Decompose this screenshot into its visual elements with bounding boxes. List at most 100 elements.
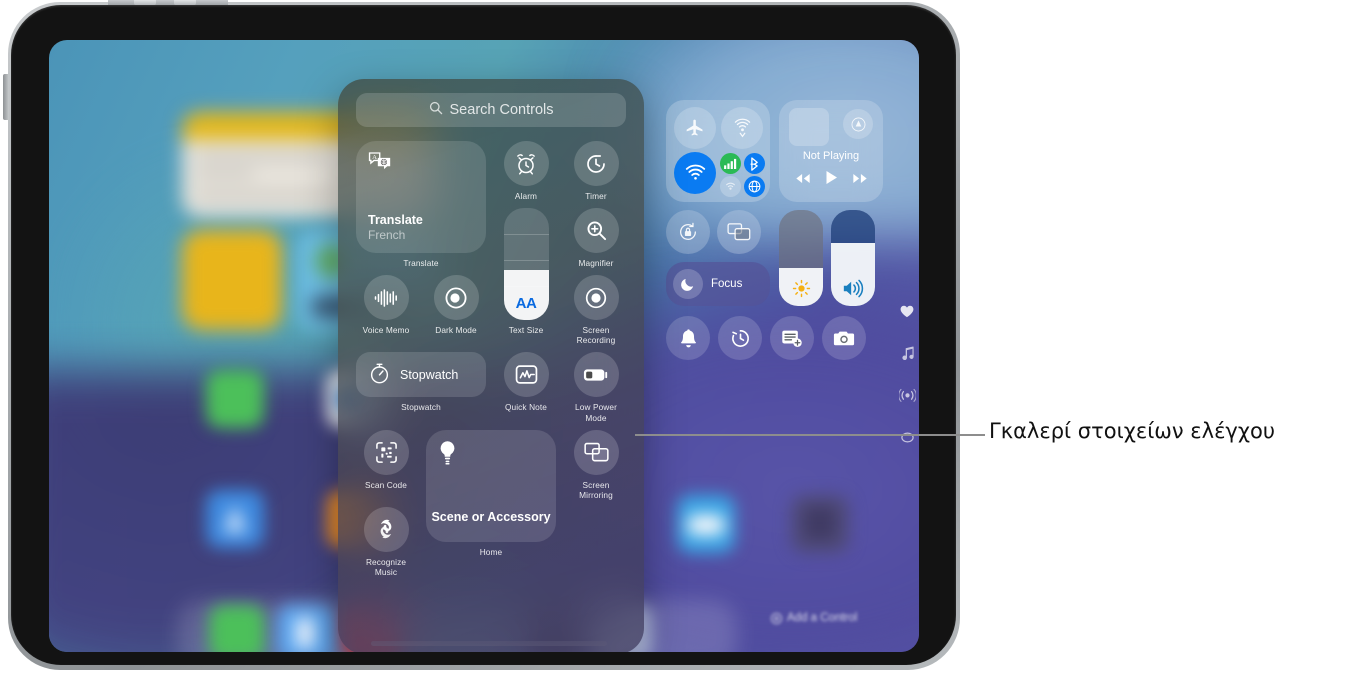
moon-icon bbox=[673, 269, 703, 299]
search-controls-placeholder: Search Controls bbox=[449, 102, 554, 118]
rewind-icon[interactable] bbox=[795, 171, 811, 189]
gallery-label-scan-code: Scan Code bbox=[365, 479, 407, 490]
quick-note-icon[interactable] bbox=[503, 352, 549, 398]
stopwatch-tile[interactable]: Stopwatch bbox=[356, 352, 486, 398]
brightness-slider[interactable] bbox=[779, 210, 823, 306]
screen-mirroring-button[interactable] bbox=[717, 210, 761, 254]
quick-note-button[interactable] bbox=[770, 316, 814, 360]
home-widget-yellow[interactable] bbox=[182, 230, 282, 330]
globe-icon[interactable] bbox=[744, 176, 765, 197]
timer-icon[interactable] bbox=[573, 141, 619, 186]
media-playback-group: Not Playing bbox=[779, 100, 883, 202]
waveform-icon[interactable] bbox=[363, 275, 409, 321]
scene-or-accessory-tile[interactable]: Scene or Accessory bbox=[426, 429, 556, 542]
wifi-button[interactable] bbox=[674, 152, 716, 194]
widget-text-line bbox=[196, 192, 336, 200]
camera-button[interactable] bbox=[822, 316, 866, 360]
dark-mode-circle-icon[interactable] bbox=[433, 275, 479, 321]
gallery-item-quick-note[interactable]: Quick Note bbox=[496, 352, 556, 422]
gallery-label-stopwatch: Stopwatch bbox=[401, 402, 441, 413]
ipad-screen: Add a Control Not Playing Focus Search C… bbox=[49, 40, 919, 652]
airplane-mode-button[interactable] bbox=[674, 107, 716, 149]
magnifier-icon[interactable] bbox=[573, 208, 619, 254]
shazam-icon[interactable] bbox=[363, 506, 409, 552]
gallery-item-dark-mode[interactable]: Dark Mode bbox=[426, 275, 486, 345]
gallery-item-low-power-mode[interactable]: Low Power Mode bbox=[566, 352, 626, 423]
gallery-item-timer[interactable]: Timer bbox=[566, 141, 626, 201]
dock-icon-blue[interactable] bbox=[277, 605, 333, 652]
gallery-item-screen-recording[interactable]: Screen Recording bbox=[566, 275, 626, 345]
gallery-label-home: Home bbox=[479, 546, 503, 557]
airdrop-button[interactable] bbox=[721, 107, 763, 149]
gallery-item-scan-code[interactable]: Scan Code bbox=[356, 429, 416, 500]
bluetooth-button[interactable] bbox=[744, 153, 765, 174]
gallery-label-voice-memo: Voice Memo bbox=[362, 325, 410, 336]
stopwatch-icon bbox=[368, 362, 391, 388]
gallery-label-text-size: Text Size bbox=[508, 325, 544, 336]
gallery-item-recognize-music[interactable]: Recognize Music bbox=[356, 506, 416, 577]
battery-low-icon[interactable] bbox=[573, 352, 619, 398]
gallery-label-screen-recording: Screen Recording bbox=[576, 325, 616, 346]
timer-button[interactable] bbox=[718, 316, 762, 360]
gallery-item-stopwatch[interactable]: Stopwatch Stopwatch bbox=[356, 352, 486, 422]
media-transport-controls bbox=[779, 170, 883, 190]
dock-icon-messages[interactable] bbox=[209, 605, 265, 652]
gallery-label-quick-note: Quick Note bbox=[504, 402, 548, 413]
heart-icon[interactable] bbox=[894, 290, 919, 332]
controls-gallery-inner: Search Controls A Translate French Trans… bbox=[338, 79, 644, 652]
play-icon[interactable] bbox=[825, 170, 838, 190]
svg-text:A: A bbox=[372, 154, 377, 161]
rotation-lock-button[interactable] bbox=[666, 210, 710, 254]
search-icon bbox=[429, 101, 443, 119]
silent-mode-button[interactable] bbox=[666, 316, 710, 360]
side-button[interactable] bbox=[3, 74, 9, 120]
app-icon-grey[interactable] bbox=[791, 495, 849, 553]
quick-buttons-row bbox=[666, 316, 883, 360]
scene-or-accessory-title: Scene or Accessory bbox=[431, 509, 551, 524]
gallery-label-low-power-mode: Low Power Mode bbox=[575, 402, 617, 423]
personal-hotspot-button[interactable] bbox=[720, 176, 741, 197]
lightbulb-icon bbox=[438, 440, 457, 471]
gallery-item-voice-memo[interactable]: Voice Memo bbox=[356, 275, 416, 345]
translate-tile-title: Translate bbox=[368, 213, 423, 227]
focus-button[interactable]: Focus bbox=[666, 262, 770, 306]
gallery-item-translate[interactable]: A Translate French Translate bbox=[356, 141, 486, 268]
controls-gallery-panel: Search Controls A Translate French Trans… bbox=[338, 79, 644, 652]
gallery-item-magnifier[interactable]: Magnifier bbox=[566, 208, 626, 268]
app-icon-messages[interactable] bbox=[206, 370, 264, 428]
text-size-value: AA bbox=[515, 295, 537, 313]
speaker-waves-icon bbox=[831, 279, 875, 298]
connectivity-mini-group bbox=[720, 152, 765, 197]
translate-bubbles-icon: A bbox=[368, 151, 392, 176]
gallery-item-alarm[interactable]: Alarm bbox=[496, 141, 556, 201]
qr-scan-icon[interactable] bbox=[363, 429, 409, 475]
gallery-item-scene-or-accessory[interactable]: Scene or Accessory Home bbox=[426, 429, 556, 577]
music-note-icon[interactable] bbox=[894, 332, 919, 374]
focus-label: Focus bbox=[711, 278, 743, 290]
widget-text-line bbox=[196, 152, 326, 160]
widget-text-line bbox=[196, 170, 254, 178]
text-size-slider[interactable]: AA bbox=[503, 208, 549, 321]
gallery-label-dark-mode: Dark Mode bbox=[435, 325, 477, 336]
airplay-output-button[interactable] bbox=[843, 109, 873, 139]
connectivity-icon[interactable] bbox=[894, 374, 919, 416]
add-a-control-button[interactable]: Add a Control bbox=[771, 612, 857, 624]
gallery-item-screen-mirroring[interactable]: Screen Mirroring bbox=[566, 429, 626, 500]
search-controls-input[interactable]: Search Controls bbox=[356, 93, 626, 127]
translate-tile[interactable]: A Translate French bbox=[356, 141, 486, 253]
app-icon-app-store[interactable] bbox=[206, 490, 264, 548]
album-artwork-placeholder bbox=[789, 108, 829, 146]
volume-slider[interactable] bbox=[831, 210, 875, 306]
record-dot-icon[interactable] bbox=[573, 275, 619, 321]
sun-icon bbox=[779, 279, 823, 298]
gallery-label-alarm: Alarm bbox=[514, 191, 538, 201]
alarm-clock-icon[interactable] bbox=[503, 141, 549, 186]
screen-mirroring-icon[interactable] bbox=[573, 429, 619, 475]
circle-icon[interactable] bbox=[894, 416, 919, 458]
app-icon-weather[interactable] bbox=[677, 495, 735, 553]
cellular-data-button[interactable] bbox=[720, 153, 741, 174]
volume-buttons[interactable] bbox=[108, 0, 228, 5]
gallery-label-magnifier: Magnifier bbox=[578, 258, 614, 269]
gallery-item-text-size[interactable]: AA Text Size bbox=[496, 208, 556, 345]
fast-forward-icon[interactable] bbox=[852, 171, 868, 189]
